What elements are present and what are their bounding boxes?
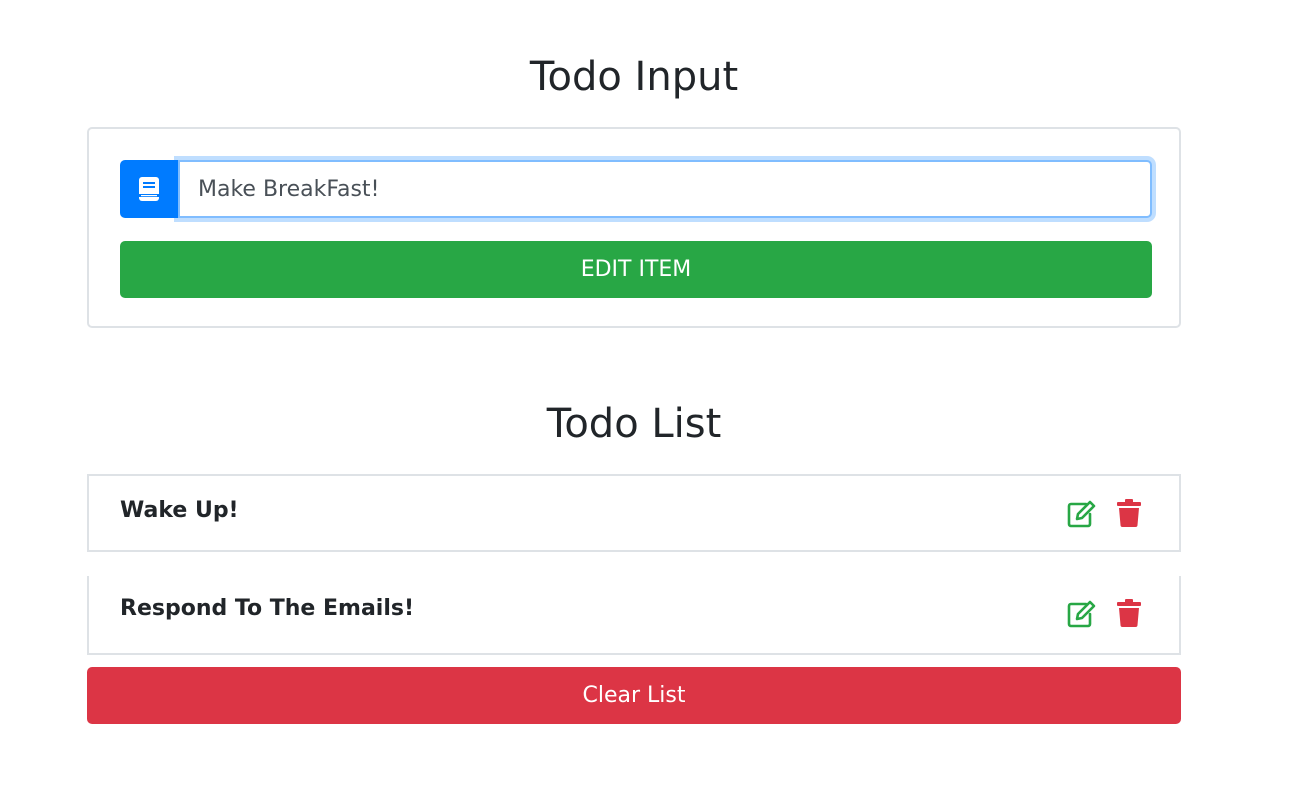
edit-item-button[interactable]: EDIT ITEM bbox=[120, 241, 1152, 298]
book-icon bbox=[120, 160, 178, 218]
list-item-label: Wake Up! bbox=[120, 498, 239, 523]
todo-input-group bbox=[120, 160, 1152, 218]
trash-icon[interactable] bbox=[1117, 499, 1141, 527]
clear-list-button[interactable]: Clear List bbox=[87, 667, 1181, 724]
trash-icon[interactable] bbox=[1117, 599, 1141, 627]
todo-input-card: EDIT ITEM bbox=[87, 127, 1181, 328]
list-item: Respond To The Emails! bbox=[87, 576, 1181, 655]
list-item: Wake Up! bbox=[87, 474, 1181, 552]
todo-text-input[interactable] bbox=[178, 160, 1152, 218]
todo-input-title: Todo Input bbox=[529, 54, 739, 100]
edit-icon[interactable] bbox=[1066, 500, 1096, 528]
todo-list-title: Todo List bbox=[546, 401, 722, 447]
list-item-label: Respond To The Emails! bbox=[120, 596, 415, 621]
edit-icon[interactable] bbox=[1066, 600, 1096, 628]
